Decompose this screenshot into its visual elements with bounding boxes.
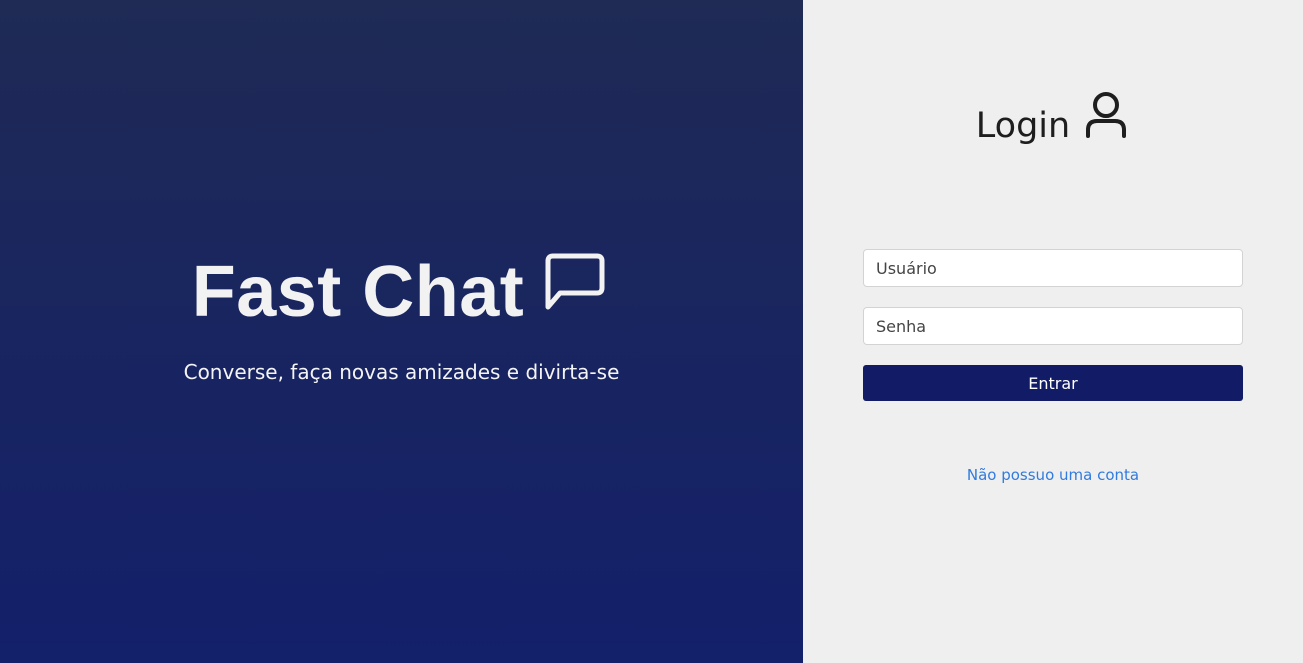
login-button[interactable]: Entrar [863,365,1243,401]
brand-panel: Fast Chat Converse, faça novas amizades … [0,0,803,663]
login-form: Entrar [863,249,1243,401]
username-input[interactable] [863,249,1243,287]
brand-tagline: Converse, faça novas amizades e divirta-… [183,360,620,384]
login-title: Login [975,106,1071,146]
brand-title: Fast Chat [191,252,525,332]
password-input[interactable] [863,307,1243,345]
login-header: Login [803,90,1303,148]
register-link[interactable]: Não possuo uma conta [803,464,1303,486]
login-panel: Login Entrar Não possuo uma conta [803,0,1303,663]
brand-header: Fast Chat [0,250,803,334]
user-icon [1082,90,1130,140]
login-page: Fast Chat Converse, faça novas amizades … [0,0,1303,663]
chat-bubble-icon [544,252,606,314]
